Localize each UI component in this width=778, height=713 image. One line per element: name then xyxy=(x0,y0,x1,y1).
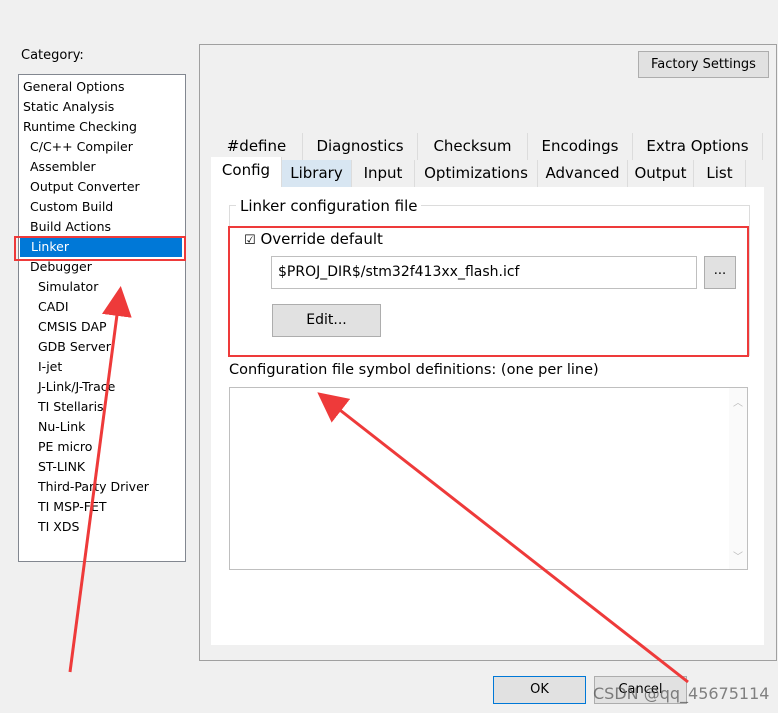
arrow-to-linker xyxy=(68,286,132,673)
arrow-to-symbols xyxy=(317,392,689,684)
annotation-arrows xyxy=(68,286,689,684)
watermark: CSDN @qq_45675114 xyxy=(593,684,770,703)
